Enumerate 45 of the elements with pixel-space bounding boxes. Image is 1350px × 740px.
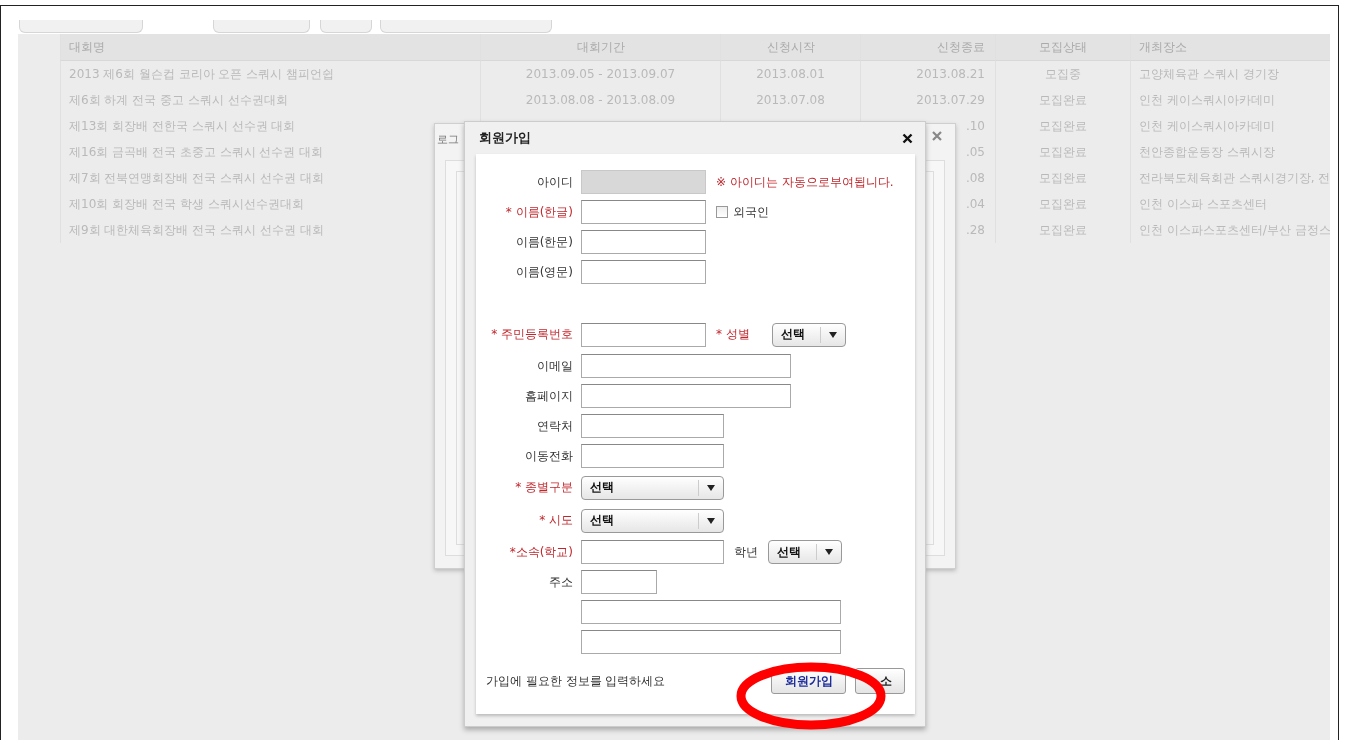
caret-icon [825,549,833,555]
caret-icon [707,517,715,524]
column-header: 신청시작 [720,34,860,61]
field-label: * 성별 [716,326,750,343]
input-field[interactable] [581,230,706,254]
field-label: * 종별구분 [514,479,574,496]
input-field[interactable] [581,540,724,564]
tab-outline [320,20,372,33]
input-field[interactable] [581,414,724,438]
checkbox-label: 외국인 [733,203,769,221]
hint-text: 가입에 필요한 정보를 입력하세요 [486,672,667,690]
field-label: 아이디 [536,173,574,191]
input-field[interactable] [581,570,657,594]
field-label: * 이름(한글) [504,203,574,221]
field-label: * 시도 [538,512,574,529]
input-field[interactable] [581,384,791,408]
input-field[interactable] [581,630,841,654]
select-dropdown[interactable]: 선택 [581,508,724,533]
close-icon[interactable] [902,132,913,144]
column-header: 신청종료 [860,34,995,61]
dialog-title: 회원가입 [479,129,531,147]
input-field[interactable] [581,444,724,468]
input-field[interactable] [581,322,706,347]
input-field[interactable] [581,200,706,224]
caret-icon [828,331,837,338]
field-label: 이동전화 [524,447,574,465]
field-label: * 주민등록번호 [490,326,574,343]
checkbox[interactable] [716,206,728,218]
field-label: 주소 [548,573,574,591]
input-field[interactable] [581,600,841,624]
select-dropdown[interactable]: 선택 [768,540,842,564]
select-dropdown[interactable]: 선택 [581,475,724,500]
column-header: 개최장소 [1130,34,1330,61]
field-label: 이름(영문) [514,263,574,281]
input-field[interactable] [581,354,791,378]
input-field[interactable] [581,260,706,284]
field-label: 학년 [734,543,758,561]
field-label: *소속(학교) [508,543,574,561]
select-dropdown[interactable]: 선택 [771,322,846,347]
field-label: 이메일 [536,357,574,375]
caret-icon [707,484,715,491]
field-label: 홈페이지 [524,387,574,405]
field-label: 이름(한문) [514,233,574,251]
field-label: 연락처 [536,417,574,435]
column-header: 모집상태 [995,34,1130,61]
